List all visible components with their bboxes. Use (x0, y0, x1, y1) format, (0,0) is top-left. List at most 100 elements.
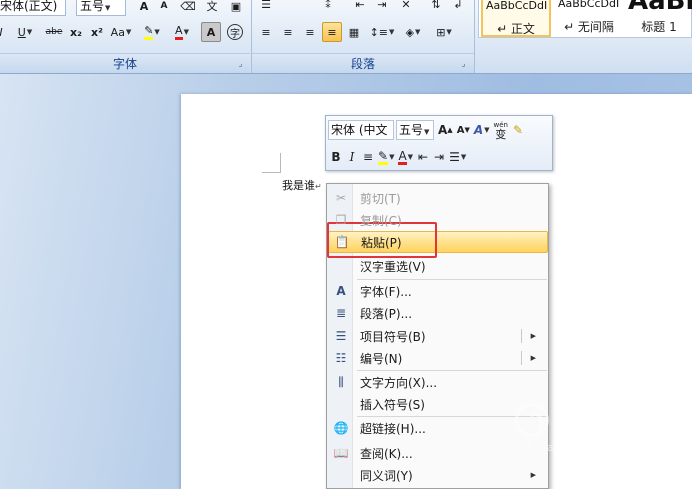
font-color-glyph: A (398, 148, 407, 165)
show-marks-icon[interactable]: ↲ (448, 0, 468, 14)
ribbon: 宋体(正文) 五号▼ A A ⌫ 文 ▣ I U▼ abe x₂ x² Aa▼ … (0, 0, 692, 74)
grow-font-button[interactable]: A (134, 0, 154, 16)
enclose-char-glyph: 字 (227, 24, 243, 40)
superscript-button[interactable]: x² (87, 22, 107, 42)
menu-item-bullets[interactable]: ☰ 项目符号(B) ▶ (328, 325, 548, 347)
mini-italic-button[interactable]: I (344, 147, 360, 167)
underline-button[interactable]: U ▼ (12, 22, 38, 42)
align-left-icon[interactable]: ≡ (256, 22, 276, 42)
mini-phonetic-button[interactable]: wén 变 (492, 120, 510, 140)
menu-item-text-direction[interactable]: ⫼ 文字方向(X)... (328, 371, 548, 393)
watermark-url: zhinan.sogou.com (520, 441, 637, 454)
mini-decrease-indent-icon[interactable]: ⇤ (415, 147, 431, 167)
style-normal[interactable]: AaBbCcDdI ↵ 正文 (481, 0, 551, 37)
sogou-logo-icon (515, 403, 549, 437)
mini-font-size-value: 五号 (399, 123, 424, 137)
mini-bullets-button[interactable]: ☰ ▼ (447, 147, 468, 167)
mini-font-size-combo[interactable]: 五号▼ (396, 120, 434, 140)
margin-corner-mark (280, 153, 281, 173)
menu-item-reconvert[interactable]: 汉字重选(V) (328, 255, 548, 277)
mini-font-name-value: 宋体 (中文 (331, 123, 388, 137)
char-border-icon[interactable]: ▣ (226, 0, 246, 16)
paragraph-dialog-launcher-icon[interactable]: ⌟ (459, 59, 468, 68)
decrease-indent-icon[interactable]: ⇤ (350, 0, 370, 14)
mini-shrink-font-button[interactable]: A ▼ (455, 120, 472, 140)
menu-item-label: 字体(F)... (360, 284, 412, 299)
align-right-icon[interactable]: ≡ (300, 22, 320, 42)
mini-format-painter-icon[interactable]: ✎ (510, 120, 526, 140)
highlight-color-button[interactable]: ✎ ▼ (138, 22, 166, 42)
italic-icon-partial[interactable]: I (0, 22, 6, 42)
menu-item-label: 超链接(H)... (360, 421, 426, 436)
style-name: 标题 1 (641, 20, 677, 34)
margin-corner-mark (262, 172, 281, 173)
blank-icon (328, 393, 354, 415)
line-spacing-button[interactable]: ↕≡ ▼ (368, 22, 396, 42)
quick-styles-icon: A (473, 123, 484, 137)
char-shading-button[interactable]: A (201, 22, 221, 42)
increase-indent-icon[interactable]: ⇥ (372, 0, 392, 14)
style-sample: AaBbCcDdI (486, 0, 548, 12)
font-name-combo[interactable]: 宋体(正文) (0, 0, 66, 16)
paragraph-mark: ↵ (315, 182, 322, 191)
line-spacing-icon: ↕≡ (369, 25, 389, 39)
mini-highlight-button[interactable]: ✎ ▼ (376, 147, 396, 167)
italic-glyph: I (349, 150, 355, 164)
enclose-char-button[interactable]: 字 (225, 22, 245, 42)
font-size-combo[interactable]: 五号▼ (76, 0, 126, 16)
grow-font-glyph: A (438, 123, 448, 137)
mini-font-name-combo[interactable]: 宋体 (中文 (328, 120, 394, 140)
menu-item-label: 插入符号(S) (360, 397, 425, 412)
menu-item-label: 段落(P)... (360, 306, 413, 321)
strikethrough-button[interactable]: abe (42, 22, 66, 42)
menu-item-label: 项目符号(B) (360, 329, 426, 344)
mini-bold-button[interactable]: B (328, 147, 344, 167)
menu-item-label: 汉字重选(V) (360, 259, 426, 274)
bullets-icon[interactable]: ☰ (256, 0, 276, 14)
paint-bucket-icon: ◈ (405, 25, 415, 39)
menu-item-label: 编号(N) (360, 351, 403, 366)
menu-item-label: 文字方向(X)... (360, 375, 438, 390)
char-shading-glyph: A (206, 25, 216, 39)
mini-grow-font-button[interactable]: A ▲ (436, 120, 455, 140)
align-center-icon[interactable]: ≡ (278, 22, 298, 42)
font-icon: A (336, 284, 346, 298)
menu-item-paragraph[interactable]: ≣ 段落(P)... (328, 302, 548, 324)
phonetic-icon[interactable]: 文 (202, 0, 222, 16)
menu-item-label: 同义词(Y) (360, 468, 413, 483)
paragraph-icon: ≣ (335, 306, 347, 320)
bullets-icon: ☰ (449, 150, 460, 164)
mini-increase-indent-icon[interactable]: ⇥ (431, 147, 447, 167)
justify-icon[interactable]: ≡ (322, 22, 342, 42)
borders-button[interactable]: ⊞ ▼ (430, 22, 458, 42)
change-case-button[interactable]: Aa ▼ (108, 22, 134, 42)
style-name: ↵ 正文 (497, 22, 535, 36)
menu-item-cut[interactable]: ✂ 剪切(T) (328, 187, 548, 209)
shrink-font-button[interactable]: A (154, 0, 174, 16)
menu-item-paste[interactable]: 📋 粘贴(P) (328, 231, 548, 253)
menu-item-label: 剪切(T) (360, 191, 401, 206)
menu-item-label: 复制(C) (360, 213, 402, 228)
font-size-value: 五号 (80, 0, 105, 13)
font-dialog-launcher-icon[interactable]: ⌟ (236, 59, 245, 68)
distributed-icon[interactable]: ▦ (344, 22, 364, 42)
style-no-spacing[interactable]: AaBbCcDdI ↵ 无间隔 (555, 0, 623, 37)
mini-styles-button[interactable]: A ▼ (472, 120, 492, 140)
document-text[interactable]: 我是谁↵ (282, 177, 322, 193)
asian-layout-icon[interactable]: ✕ (396, 0, 416, 14)
multilevel-list-icon[interactable]: ⁑ (318, 0, 338, 14)
mini-center-icon[interactable]: ≡ (360, 147, 376, 167)
menu-item-synonyms[interactable]: 同义词(Y) ▶ (328, 464, 548, 486)
shading-button[interactable]: ◈ ▼ (398, 22, 428, 42)
menu-item-font[interactable]: A 字体(F)... (328, 280, 548, 302)
style-sample: AaBbCcDdI (558, 0, 620, 10)
font-color-button[interactable]: A ▼ (168, 22, 196, 42)
superscript-glyph: x² (91, 25, 103, 39)
menu-item-copy[interactable]: ❐ 复制(C) (328, 209, 548, 231)
menu-item-numbering[interactable]: ☷ 编号(N) ▶ (328, 347, 548, 369)
clear-format-icon[interactable]: ⌫ (178, 0, 198, 16)
paste-icon: 📋 (334, 235, 350, 249)
mini-font-color-button[interactable]: A ▼ (396, 147, 415, 167)
sort-icon[interactable]: ⇅ (426, 0, 446, 14)
subscript-button[interactable]: x₂ (66, 22, 86, 42)
